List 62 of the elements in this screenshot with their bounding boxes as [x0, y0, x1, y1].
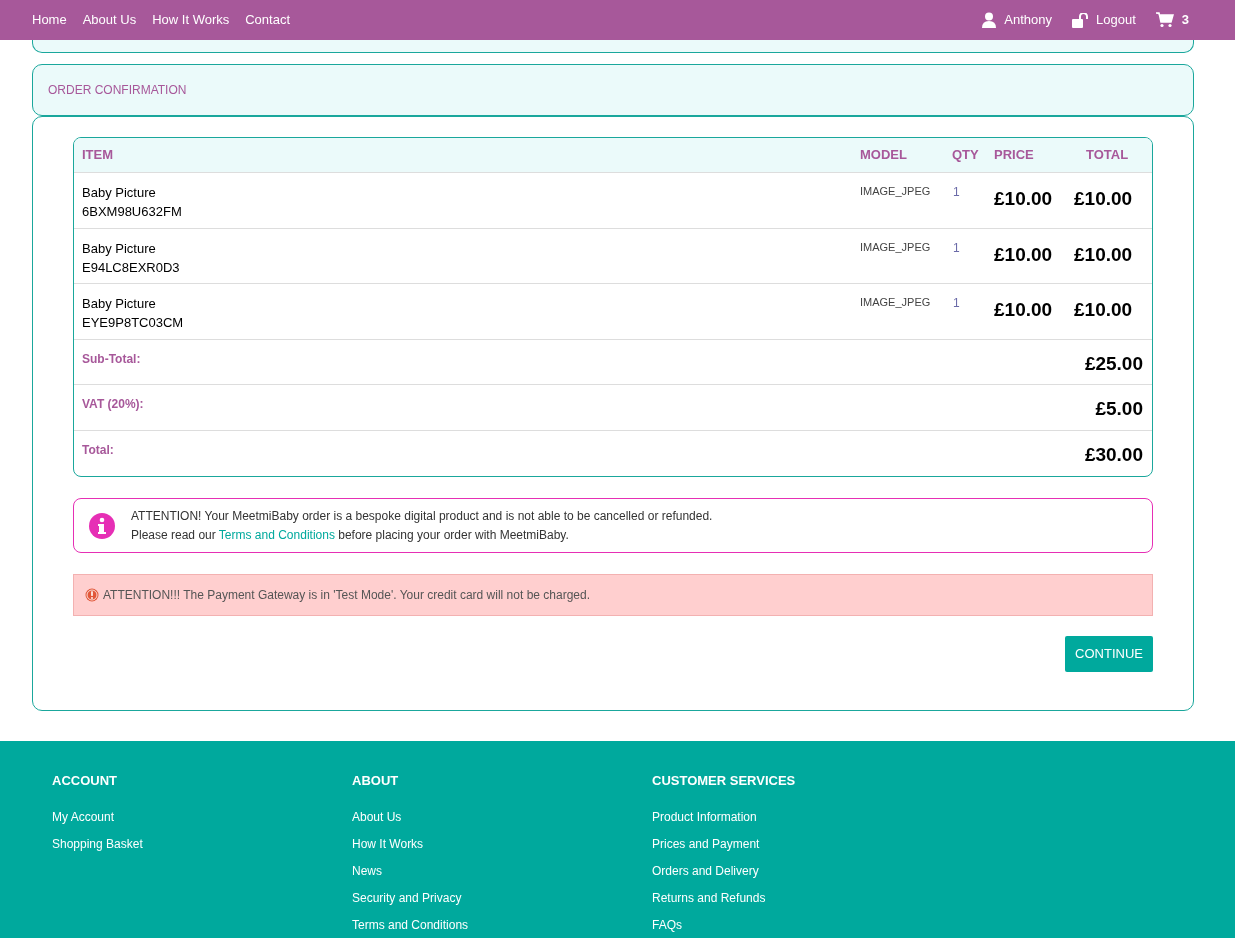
continue-button[interactable]: CONTINUE	[1065, 636, 1153, 672]
total-cell: £10.00	[1074, 243, 1133, 265]
logout-link[interactable]: Logout	[1072, 10, 1136, 30]
item-name: Baby Picture	[82, 184, 156, 202]
section-title: ORDER CONFIRMATION	[48, 82, 187, 99]
nav-link[interactable]: How It Works	[152, 10, 230, 30]
footer-link[interactable]: FAQs	[652, 911, 682, 938]
total-label: VAT (20%):	[82, 396, 144, 413]
cart-icon	[1155, 12, 1174, 28]
footer-link[interactable]: Orders and Delivery	[652, 857, 759, 885]
total-value: £25.00	[1084, 351, 1144, 376]
footer-link[interactable]: Returns and Refunds	[652, 884, 766, 912]
total-cell: £10.00	[1074, 188, 1133, 209]
footer-link[interactable]: Prices and Payment	[652, 830, 760, 858]
price-cell: £10.00	[994, 188, 1053, 209]
column-header: TOTAL	[1086, 147, 1129, 163]
column-header: MODEL	[860, 147, 907, 163]
info-text: ATTENTION! Your MeetmiBaby order is a bespoke digital product and is not able to be cancelled or refunded.	[131, 507, 713, 525]
total-label: Total:	[82, 441, 114, 459]
user-icon	[982, 12, 997, 28]
qty-cell: 1	[953, 296, 960, 310]
item-name: Baby Picture	[82, 239, 156, 258]
footer-link[interactable]: Security and Privacy	[352, 884, 462, 912]
footer-heading: CUSTOMER SERVICES	[652, 772, 796, 790]
column-header: QTY	[952, 147, 979, 163]
footer-link[interactable]: How It Works	[352, 830, 424, 858]
nav-link[interactable]: About Us	[82, 10, 137, 30]
cart-link[interactable]: 3	[1155, 10, 1189, 30]
item-code: 6BXM98U632FM	[82, 203, 182, 221]
terms-link[interactable]: Terms and Conditions	[218, 527, 335, 542]
model-cell: IMAGE_JPEG	[860, 185, 931, 197]
footer-heading: ACCOUNT	[52, 772, 117, 790]
column-header: ITEM	[82, 147, 114, 163]
alert-text: ATTENTION!!! The Payment Gateway is in 'Test Mode'. Your credit card will not be charged.	[103, 587, 590, 604]
user-link[interactable]: Anthony	[982, 10, 1052, 30]
warning-icon	[85, 588, 99, 602]
item-name: Baby Picture	[82, 295, 156, 313]
nav-link[interactable]: Home	[32, 10, 67, 30]
model-cell: IMAGE_JPEG	[860, 296, 931, 308]
price-cell: £10.00	[994, 299, 1053, 320]
total-value: £5.00	[1095, 397, 1144, 421]
footer-link[interactable]: Terms and Conditions	[352, 911, 469, 938]
item-code: E94LC8EXR0D3	[82, 258, 180, 277]
info-text: Please read our Terms and Conditions before placing your order with MeetmiBaby.	[131, 526, 570, 544]
column-header: PRICE	[994, 147, 1034, 163]
footer-link[interactable]: News	[352, 857, 382, 885]
total-cell: £10.00	[1074, 299, 1133, 320]
footer-link[interactable]: Product Information	[652, 803, 757, 831]
padlock-icon	[1072, 12, 1090, 28]
price-cell: £10.00	[994, 243, 1053, 265]
total-label: Sub-Total:	[82, 350, 141, 368]
footer-link[interactable]: About Us	[352, 803, 402, 831]
qty-cell: 1	[953, 185, 960, 199]
nav-link[interactable]: Contact	[245, 10, 291, 30]
item-code: EYE9P8TC03CM	[82, 314, 184, 332]
footer-link[interactable]: My Account	[52, 803, 115, 831]
footer-link[interactable]: Shopping Basket	[52, 830, 143, 858]
total-value: £30.00	[1084, 442, 1144, 467]
footer-heading: ABOUT	[352, 772, 399, 790]
info-icon	[88, 511, 116, 540]
qty-cell: 1	[953, 240, 960, 255]
model-cell: IMAGE_JPEG	[860, 240, 931, 253]
